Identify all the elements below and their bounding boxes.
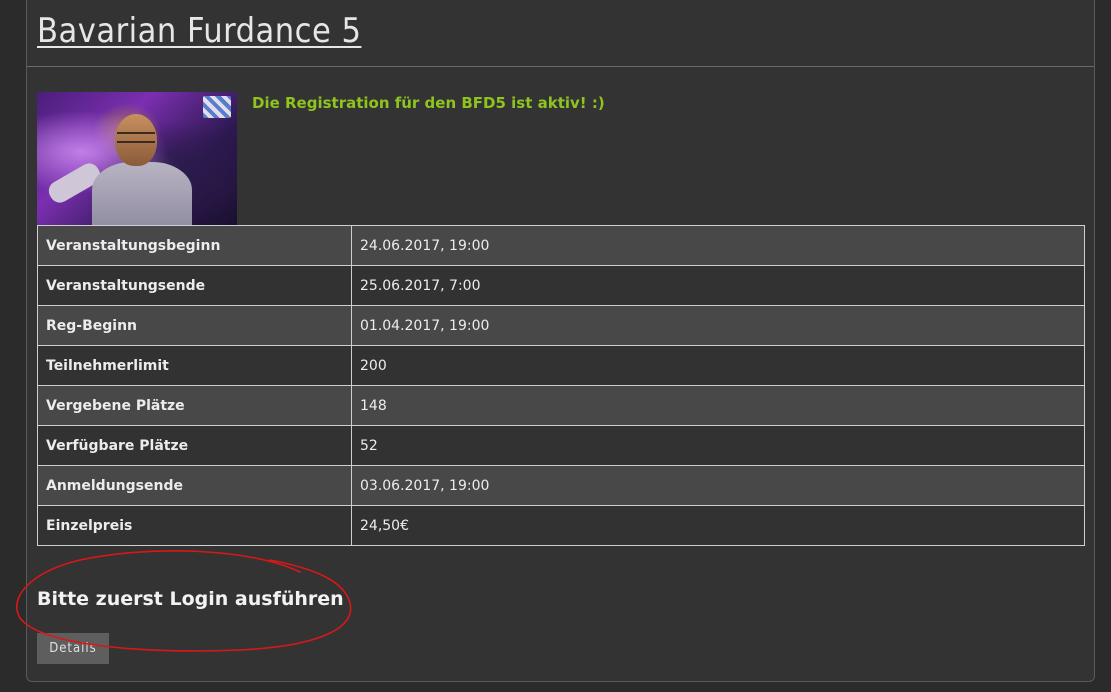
login-required-message: Bitte zuerst Login ausführen [37, 588, 344, 610]
table-row: Verfügbare Plätze 52 [37, 425, 1085, 466]
row-label: Reg-Beginn [37, 305, 352, 346]
table-row: Veranstaltungsende 25.06.2017, 7:00 [37, 265, 1085, 306]
row-value: 148 [351, 385, 1085, 426]
row-label: Verfügbare Plätze [37, 425, 352, 466]
event-details-table: Veranstaltungsbeginn 24.06.2017, 19:00 V… [37, 225, 1085, 546]
row-label: Veranstaltungsende [37, 265, 352, 306]
row-value: 25.06.2017, 7:00 [351, 265, 1085, 306]
table-row: Teilnehmerlimit 200 [37, 345, 1085, 386]
row-label: Teilnehmerlimit [37, 345, 352, 386]
table-row: Veranstaltungsbeginn 24.06.2017, 19:00 [37, 225, 1085, 266]
row-label: Vergebene Plätze [37, 385, 352, 426]
event-photo [37, 92, 237, 225]
row-value: 24,50€ [351, 505, 1085, 546]
event-panel: Bavarian Furdance 5 Die Registration für… [26, 0, 1095, 682]
table-row: Einzelpreis 24,50€ [37, 505, 1085, 546]
row-value: 01.04.2017, 19:00 [351, 305, 1085, 346]
title-bar: Bavarian Furdance 5 [27, 0, 1094, 67]
row-value: 03.06.2017, 19:00 [351, 465, 1085, 506]
table-row: Vergebene Plätze 148 [37, 385, 1085, 426]
row-label: Veranstaltungsbeginn [37, 225, 352, 266]
event-title-link[interactable]: Bavarian Furdance 5 [37, 11, 361, 51]
row-label: Anmeldungsende [37, 465, 352, 506]
details-button[interactable]: Details [37, 633, 109, 664]
event-logo-icon [203, 96, 231, 118]
row-value: 52 [351, 425, 1085, 466]
table-row: Anmeldungsende 03.06.2017, 19:00 [37, 465, 1085, 506]
table-row: Reg-Beginn 01.04.2017, 19:00 [37, 305, 1085, 346]
row-value: 200 [351, 345, 1085, 386]
row-value: 24.06.2017, 19:00 [351, 225, 1085, 266]
row-label: Einzelpreis [37, 505, 352, 546]
registration-status-message: Die Registration für den BFD5 ist aktiv!… [252, 94, 605, 112]
